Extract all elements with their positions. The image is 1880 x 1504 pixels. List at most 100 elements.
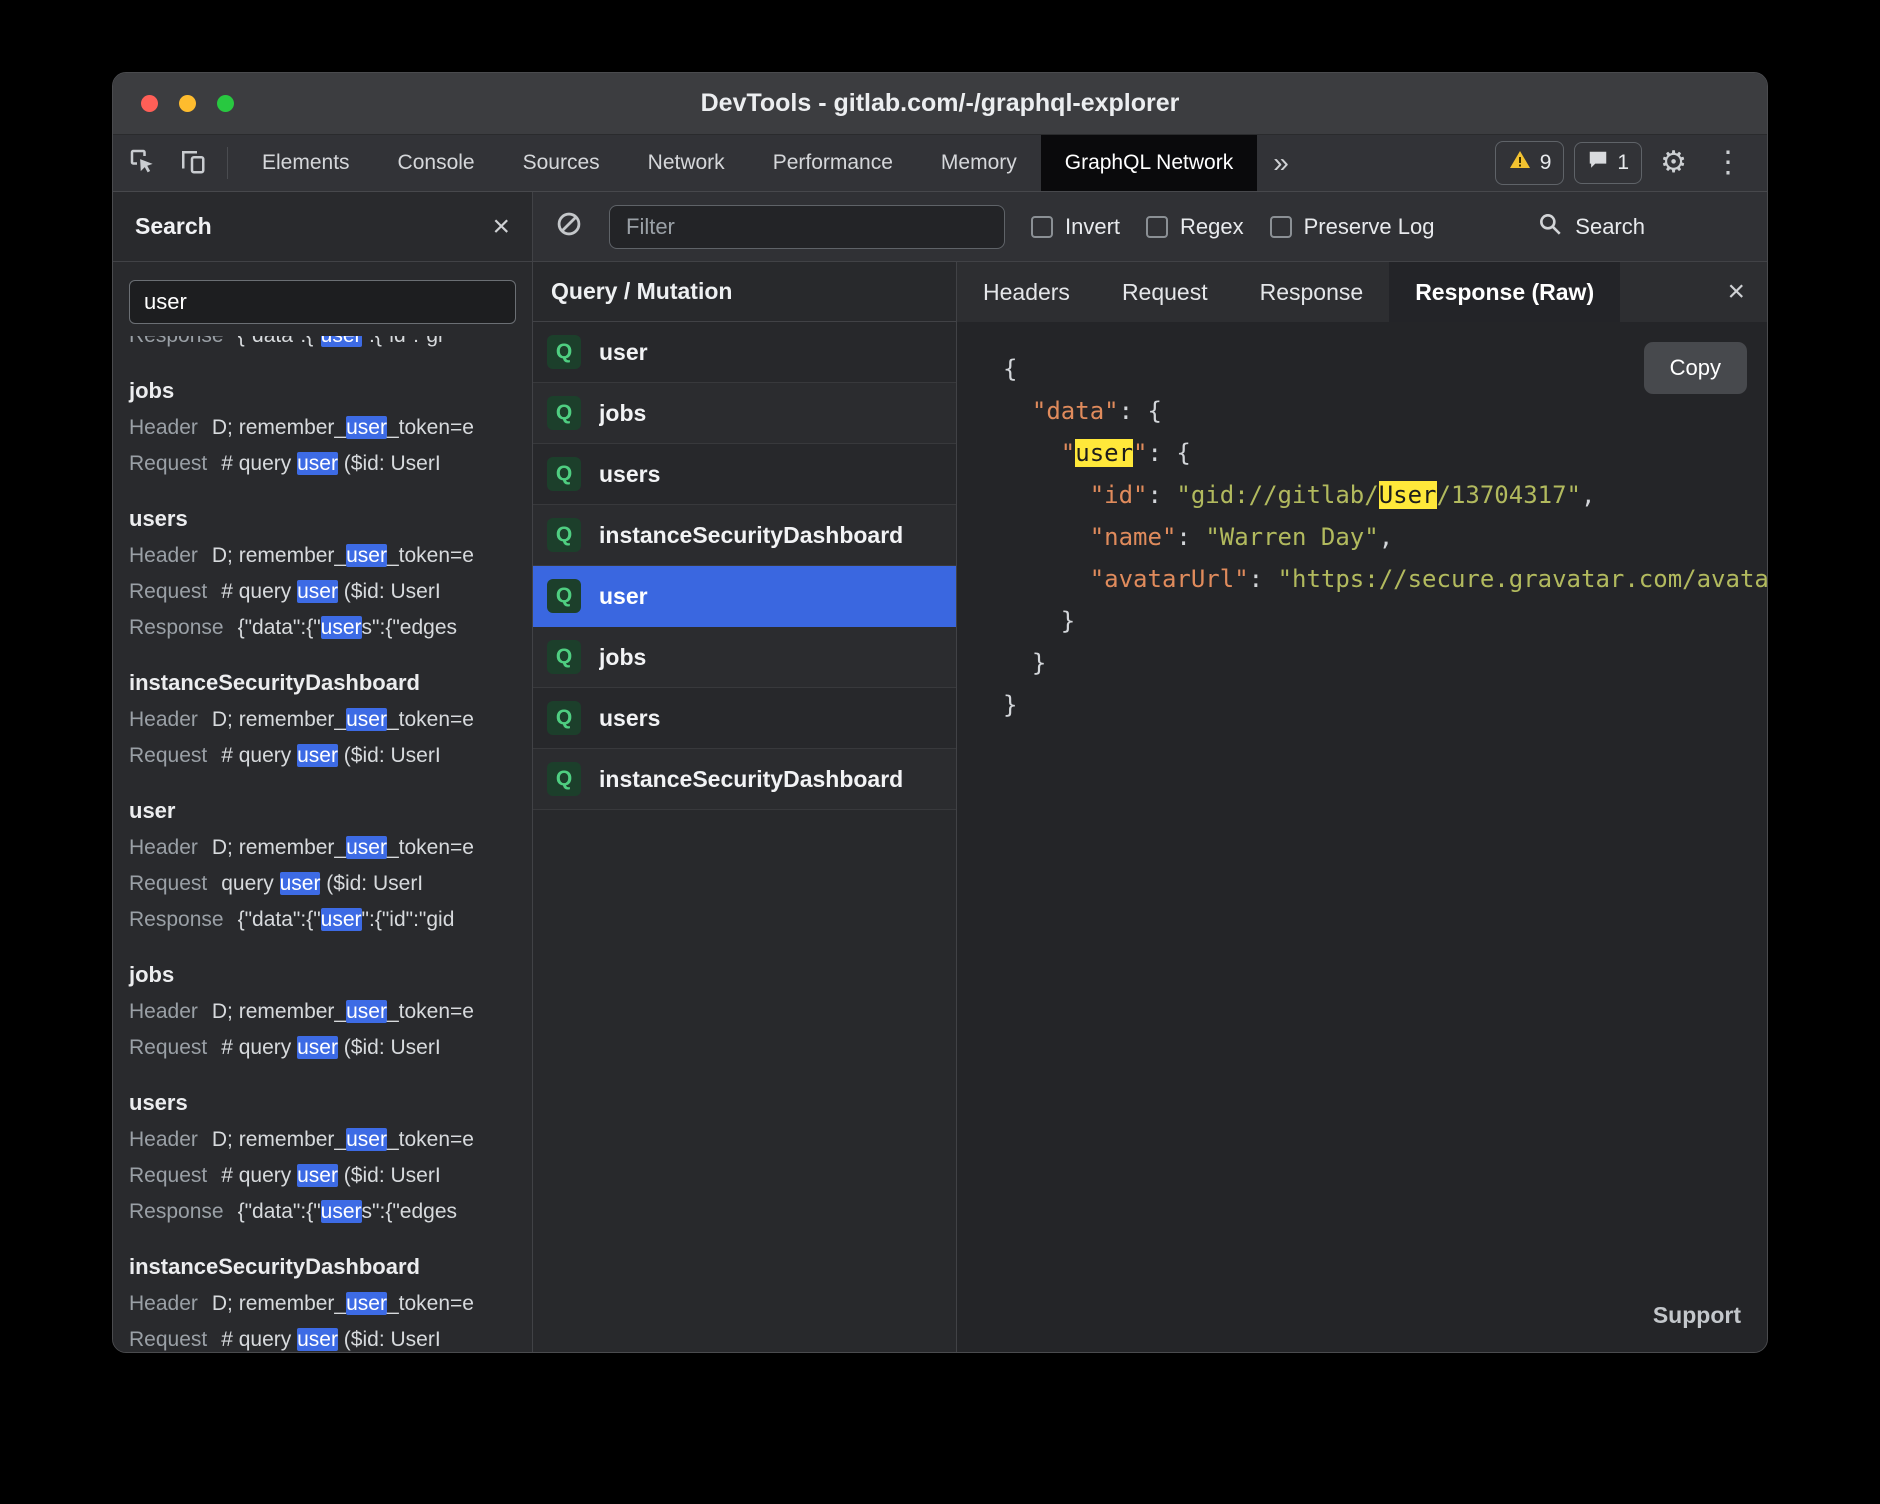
search-result-line[interactable]: Request# query user ($id: UserI	[129, 574, 516, 610]
search-result-line-text: D; remember_user_token=e	[212, 830, 474, 866]
close-detail-panel-button[interactable]: ×	[1705, 262, 1767, 322]
search-input[interactable]	[129, 280, 516, 324]
query-row-users[interactable]: Qusers	[533, 444, 956, 505]
clear-requests-button[interactable]	[555, 210, 583, 243]
search-result-line[interactable]: HeaderD; remember_user_token=e	[129, 994, 516, 1030]
detail-panel: HeadersRequestResponseResponse (Raw) × {…	[957, 262, 1767, 1352]
device-toolbar-icon	[177, 146, 207, 181]
search-result-line-text: # query user ($id: UserI	[221, 738, 440, 774]
query-row-jobs[interactable]: Qjobs	[533, 383, 956, 444]
search-result-line-text: query user ($id: UserI	[221, 866, 423, 902]
search-result-line[interactable]: Response{"data":{"users":{"edges	[129, 610, 516, 646]
detail-tab-request[interactable]: Request	[1096, 262, 1234, 322]
checkbox-invert[interactable]: Invert	[1031, 214, 1120, 240]
chevron-double-icon: »	[1273, 147, 1289, 179]
search-result-line[interactable]: Request # query user ($id: UserI	[129, 738, 516, 774]
json-line: }	[1003, 642, 1767, 684]
response-raw-view: { "data": { "user": { "id": "gid://gitla…	[957, 322, 1767, 1352]
checkbox-box-invert[interactable]	[1031, 216, 1053, 238]
copy-button[interactable]: Copy	[1644, 342, 1747, 394]
checkbox-regex[interactable]: Regex	[1146, 214, 1244, 240]
search-result-line[interactable]: Request# query user ($id: UserI	[129, 1030, 516, 1066]
checkbox-label: Preserve Log	[1304, 214, 1435, 240]
inspect-element-button[interactable]	[113, 135, 167, 191]
search-result-title: users	[129, 1090, 516, 1116]
toolbar-right: 9 1 ⚙ ⋮	[1495, 135, 1767, 191]
tab-elements[interactable]: Elements	[238, 135, 374, 191]
settings-button[interactable]: ⚙	[1652, 148, 1695, 178]
json-line: "avatarUrl": "https://secure.gravatar.co…	[1003, 558, 1767, 600]
devtools-tab-strip: ElementsConsoleSourcesNetworkPerformance…	[238, 135, 1257, 191]
query-label: users	[599, 461, 660, 488]
search-result-line-label: Request	[129, 446, 207, 482]
tab-sources[interactable]: Sources	[499, 135, 624, 191]
query-row-jobs[interactable]: Qjobs	[533, 627, 956, 688]
query-row-user[interactable]: Quser	[533, 566, 956, 627]
search-result-line-text: # query user ($id: UserI	[221, 574, 440, 610]
detail-tab-response-raw[interactable]: Response (Raw)	[1389, 262, 1620, 322]
devtools-menu-button[interactable]: ⋮	[1705, 148, 1751, 178]
search-result-title: jobs	[129, 378, 516, 404]
detail-tab-response[interactable]: Response	[1234, 262, 1390, 322]
search-result-line-text: {"data":{"user":{"id":"gi	[238, 336, 443, 354]
close-search-panel-button[interactable]: ×	[492, 212, 510, 242]
query-row-instancesecuritydashboard[interactable]: QinstanceSecurityDashboard	[533, 505, 956, 566]
search-panel-title: Search	[135, 213, 212, 240]
search-results: Response{"data":{"user":{"id":"gi jobs Hea…	[113, 336, 532, 1352]
filter-input[interactable]	[609, 205, 1005, 249]
search-result-line[interactable]: Response{"data":{"users":{"edges	[129, 1194, 516, 1230]
query-type-badge: Q	[547, 579, 581, 613]
tab-network[interactable]: Network	[624, 135, 749, 191]
search-result-line-label: Header	[129, 830, 198, 866]
query-type-badge: Q	[547, 640, 581, 674]
support-link[interactable]: Support	[1653, 1294, 1741, 1336]
close-icon: ×	[492, 210, 510, 243]
detail-tab-headers[interactable]: Headers	[957, 262, 1096, 322]
issues-badge[interactable]: 1	[1574, 142, 1642, 184]
checkbox-box-preserve-log[interactable]	[1270, 216, 1292, 238]
search-result-line[interactable]: HeaderD; remember_user_token=e	[129, 410, 516, 446]
checkbox-box-regex[interactable]	[1146, 216, 1168, 238]
search-panel-header: Search ×	[113, 192, 532, 262]
search-result-line[interactable]: Request# query user ($id: UserI	[129, 446, 516, 482]
search-result-line[interactable]: Response{"data":{"user":{"id":"gi	[129, 336, 516, 354]
query-row-user[interactable]: Quser	[533, 322, 956, 383]
search-result-group-users: users HeaderD; remember_user_token=eReque…	[129, 506, 516, 646]
query-row-users[interactable]: Qusers	[533, 688, 956, 749]
search-result-line[interactable]: Request# query user ($id: UserI	[129, 1322, 516, 1352]
filter-checkboxes: Invert Regex Preserve Log	[1031, 214, 1434, 240]
search-result-line-text: D; remember_user_token=e	[212, 994, 474, 1030]
search-result-line-label: Header	[129, 1286, 198, 1322]
network-area: InvertRegexPreserve Log Search Query / M…	[533, 192, 1767, 1352]
warnings-badge[interactable]: 9	[1495, 141, 1565, 185]
tab-performance[interactable]: Performance	[749, 135, 917, 191]
search-result-line[interactable]: Response{"data":{"user":{"id":"gid	[129, 902, 516, 938]
more-tabs-button[interactable]: »	[1257, 135, 1305, 191]
minimize-window-button[interactable]	[179, 95, 196, 112]
device-toolbar-button[interactable]	[167, 135, 217, 191]
network-search-button[interactable]: Search	[1537, 211, 1645, 243]
search-result-line[interactable]: HeaderD; remember_user_token=e	[129, 702, 516, 738]
search-result-line[interactable]: HeaderD; remember_user_token=e	[129, 1122, 516, 1158]
tab-console[interactable]: Console	[374, 135, 499, 191]
search-result-group: Response{"data":{"user":{"id":"gi	[129, 336, 516, 354]
search-result-line-label: Request	[129, 738, 207, 774]
search-result-line-text: D; remember_user_token=e	[212, 538, 474, 574]
query-row-instancesecuritydashboard[interactable]: QinstanceSecurityDashboard	[533, 749, 956, 810]
gear-icon: ⚙	[1660, 146, 1687, 179]
search-result-line[interactable]: Request# query user ($id: UserI	[129, 1158, 516, 1194]
query-type-badge: Q	[547, 335, 581, 369]
tab-memory[interactable]: Memory	[917, 135, 1041, 191]
search-result-line[interactable]: HeaderD; remember_user_token=e	[129, 1286, 516, 1322]
checkbox-preserve-log[interactable]: Preserve Log	[1270, 214, 1435, 240]
search-result-title: users	[129, 506, 516, 532]
maximize-window-button[interactable]	[217, 95, 234, 112]
search-result-line[interactable]: HeaderD; remember_user_token=e	[129, 538, 516, 574]
close-window-button[interactable]	[141, 95, 158, 112]
query-list: QuserQjobsQusersQinstanceSecurityDashboa…	[533, 322, 956, 1352]
search-result-line[interactable]: Requestquery user ($id: UserI	[129, 866, 516, 902]
search-result-line[interactable]: Header D; remember_user_token=e	[129, 830, 516, 866]
query-panel: Query / Mutation QuserQjobsQusersQinstan…	[533, 262, 957, 1352]
tab-graphql-network[interactable]: GraphQL Network	[1041, 135, 1257, 191]
detail-tab-strip: HeadersRequestResponseResponse (Raw)	[957, 262, 1620, 322]
